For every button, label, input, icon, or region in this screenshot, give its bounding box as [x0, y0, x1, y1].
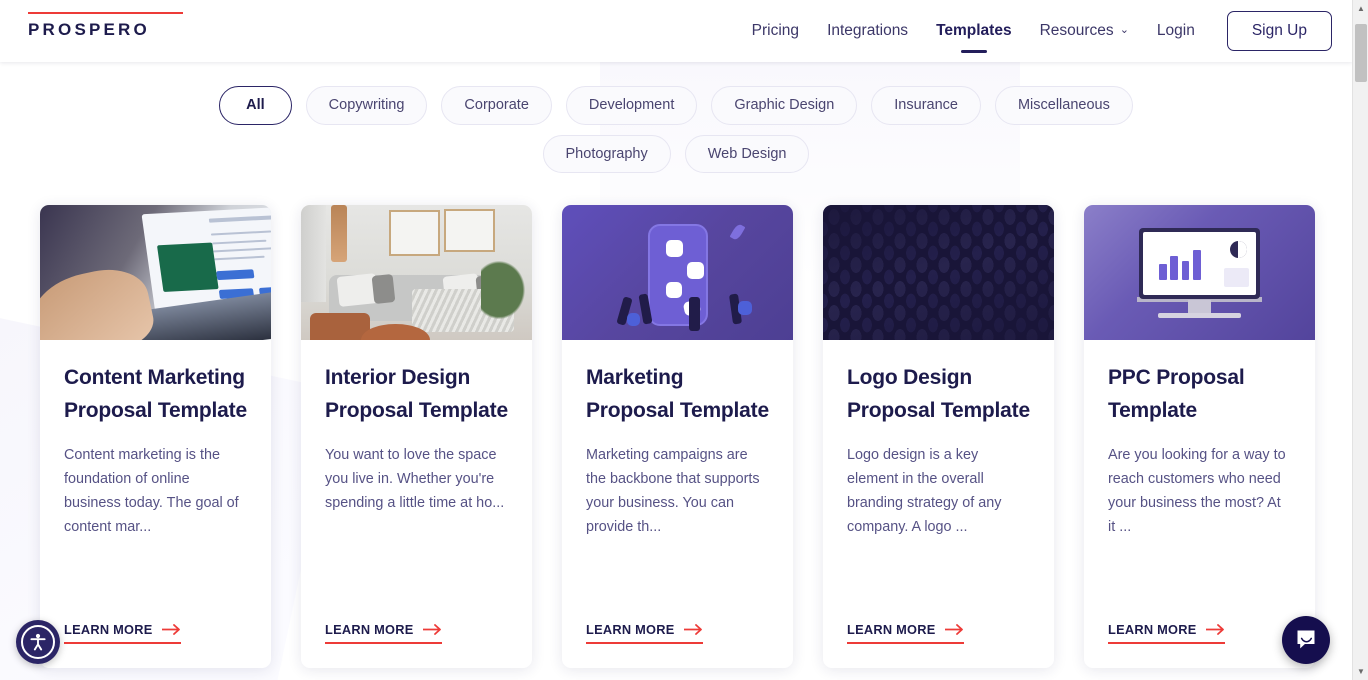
chevron-down-icon: ⌄ [1119, 24, 1129, 36]
cushion-art [371, 274, 395, 305]
prospero-logo[interactable]: PROSPERO [28, 12, 188, 40]
main-navigation: Pricing Integrations Templates Resources… [738, 0, 1332, 62]
learn-more-link[interactable]: LEARN MORE [847, 622, 964, 644]
scrollbar-thumb[interactable] [1355, 24, 1367, 82]
template-card[interactable]: Interior Design Proposal Template You wa… [301, 205, 532, 668]
card-image-phone-social-illustration [562, 205, 793, 340]
template-card[interactable]: PPC Proposal Template Are you looking fo… [1084, 205, 1315, 668]
arrow-right-icon [1205, 624, 1225, 635]
nav-item-templates[interactable]: Templates [922, 22, 1026, 40]
learn-more-label: LEARN MORE [64, 622, 153, 637]
app-icon-art [665, 240, 683, 258]
card-body: Content Marketing Proposal Template Cont… [40, 340, 271, 668]
card-image-dark-dot-pattern [823, 205, 1054, 340]
video-icon [737, 300, 752, 315]
card-description: Content marketing is the foundation of o… [64, 447, 239, 536]
logo-red-rule [28, 12, 183, 14]
card-title: Content Marketing Proposal Template [64, 366, 247, 422]
card-title: PPC Proposal Template [1108, 366, 1245, 422]
learn-more-link[interactable]: LEARN MORE [586, 622, 703, 644]
template-card[interactable]: Content Marketing Proposal Template Cont… [40, 205, 271, 668]
nav-item-resources-label: Resources [1039, 22, 1114, 39]
filter-pill-all[interactable]: All [219, 86, 292, 125]
site-header: PROSPERO Pricing Integrations Templates … [0, 0, 1352, 62]
nav-item-pricing[interactable]: Pricing [738, 22, 813, 40]
card-title: Marketing Proposal Template [586, 366, 769, 422]
pie-chart-art [1229, 240, 1247, 258]
list-art [1224, 267, 1249, 287]
learn-more-label: LEARN MORE [325, 622, 414, 637]
accessibility-widget-button[interactable] [16, 620, 60, 664]
hand-art [40, 260, 158, 340]
card-description: You want to love the space you live in. … [325, 447, 505, 512]
nav-item-login[interactable]: Login [1143, 22, 1209, 40]
card-description: Are you looking for a way to reach custo… [1108, 447, 1286, 536]
nav-item-resources[interactable]: Resources ⌄ [1026, 22, 1143, 40]
template-card[interactable]: Logo Design Proposal Template Logo desig… [823, 205, 1054, 668]
card-body: Logo Design Proposal Template Logo desig… [823, 340, 1054, 668]
filter-pill-web-design[interactable]: Web Design [684, 134, 810, 173]
filter-pill-photography[interactable]: Photography [542, 134, 671, 173]
arrow-right-icon [161, 624, 181, 635]
template-card-grid: Content Marketing Proposal Template Cont… [40, 205, 1315, 668]
learn-more-link[interactable]: LEARN MORE [1108, 622, 1225, 644]
scroll-up-arrow-icon[interactable]: ▲ [1353, 0, 1368, 17]
filter-pill-copywriting[interactable]: Copywriting [305, 86, 428, 125]
logo-text: PROSPERO [28, 20, 150, 39]
scroll-down-arrow-icon[interactable]: ▼ [1353, 663, 1368, 680]
card-image-monitor-analytics-illustration [1084, 205, 1315, 340]
card-image-living-room-photo [301, 205, 532, 340]
wall-frame-art [388, 210, 440, 257]
accessibility-person-icon [21, 625, 55, 659]
filter-pill-insurance[interactable]: Insurance [871, 86, 981, 125]
card-title: Interior Design Proposal Template [325, 366, 508, 422]
learn-more-label: LEARN MORE [1108, 622, 1197, 637]
category-filters: All Copywriting Corporate Development Gr… [0, 62, 1352, 173]
page-content: All Copywriting Corporate Development Gr… [0, 62, 1352, 680]
browser-viewport: PROSPERO Pricing Integrations Templates … [0, 0, 1368, 680]
template-card[interactable]: Marketing Proposal Template Marketing ca… [562, 205, 793, 668]
arrow-right-icon [683, 624, 703, 635]
learn-more-label: LEARN MORE [847, 622, 936, 637]
card-body: Interior Design Proposal Template You wa… [301, 340, 532, 668]
filter-row-2: Photography Web Design [0, 134, 1352, 173]
filter-pill-graphic-design[interactable]: Graphic Design [711, 86, 858, 125]
filter-row-1: All Copywriting Corporate Development Gr… [0, 86, 1352, 125]
card-description: Logo design is a key element in the over… [847, 447, 1002, 536]
monitor-frame-art [1139, 227, 1260, 300]
chat-widget-button[interactable] [1282, 616, 1330, 664]
filter-pill-development[interactable]: Development [565, 86, 698, 125]
arrow-right-icon [944, 624, 964, 635]
arrow-right-icon [422, 624, 442, 635]
leaf-art [729, 222, 746, 242]
chat-bubble-icon [1297, 630, 1315, 649]
person-art [689, 296, 701, 331]
card-title: Logo Design Proposal Template [847, 366, 1030, 422]
app-icon-art [665, 281, 682, 298]
app-icon-art [686, 261, 704, 279]
monitor-screen-art [1143, 231, 1256, 296]
monitor-base-art [1157, 313, 1242, 319]
page-scrollbar[interactable]: ▲ ▼ [1352, 0, 1368, 680]
curtain-art [301, 205, 327, 303]
sign-up-button[interactable]: Sign Up [1226, 11, 1332, 51]
learn-more-link[interactable]: LEARN MORE [325, 622, 442, 644]
learn-more-label: LEARN MORE [586, 622, 675, 637]
filter-pill-corporate[interactable]: Corporate [441, 86, 552, 125]
card-body: Marketing Proposal Template Marketing ca… [562, 340, 793, 668]
nav-item-integrations[interactable]: Integrations [813, 22, 922, 40]
lamp-art [331, 205, 348, 262]
card-body: PPC Proposal Template Are you looking fo… [1084, 340, 1315, 668]
filter-pill-miscellaneous[interactable]: Miscellaneous [994, 86, 1133, 125]
card-description: Marketing campaigns are the backbone tha… [586, 447, 760, 536]
facebook-icon [626, 313, 640, 326]
plant-art [481, 242, 532, 338]
learn-more-link[interactable]: LEARN MORE [64, 622, 181, 644]
card-image-laptop-typing-photo [40, 205, 271, 340]
